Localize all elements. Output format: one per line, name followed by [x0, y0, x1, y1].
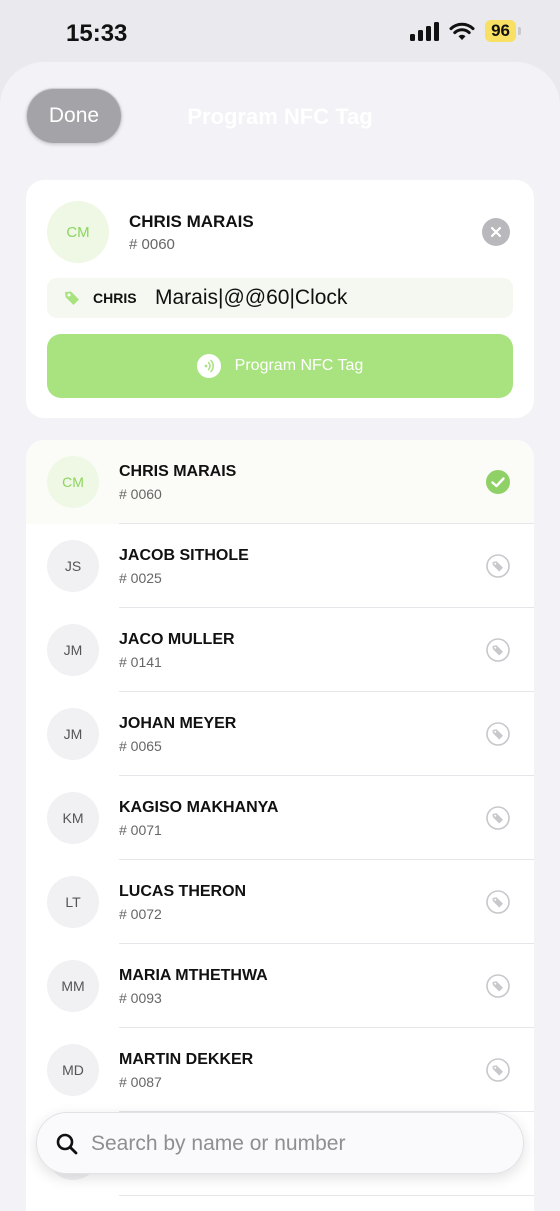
list-item[interactable]: MD MARTIN DEKKER # 0087 — [26, 1028, 534, 1112]
divider — [119, 1195, 534, 1196]
employee-number: # 0141 — [119, 654, 162, 670]
status-time: 15:33 — [66, 20, 128, 47]
employee-number: # 0065 — [119, 738, 162, 754]
avatar: MM — [47, 960, 99, 1012]
employee-name: JACO MULLER — [119, 631, 235, 648]
battery-indicator: 96 — [485, 20, 521, 42]
employee-number: # 0025 — [119, 570, 162, 586]
program-nfc-label: Program NFC Tag — [234, 357, 364, 374]
sheet-title: Program NFC Tag — [187, 104, 373, 129]
employee-name: JOHAN MEYER — [119, 715, 237, 732]
employee-number: # 0072 — [119, 906, 162, 922]
avatar: CM — [47, 456, 99, 508]
tag-icon — [486, 554, 510, 578]
employee-number: # 0071 — [119, 822, 162, 838]
tag-icon — [486, 890, 510, 914]
tag-value-text: Marais|@@60|Clock — [155, 286, 348, 309]
tag-icon — [486, 1058, 510, 1082]
tag-icon — [486, 806, 510, 830]
cellular-signal-icon — [410, 21, 440, 41]
tag-value-field[interactable]: CHRIS Marais|@@60|Clock — [47, 278, 513, 318]
employee-number: # 0087 — [119, 1074, 162, 1090]
employee-number: # 0060 — [119, 486, 162, 502]
employee-list: CM CHRIS MARAIS # 0060 JS JACOB SITHOLE … — [26, 440, 534, 1211]
selected-employee-name: CHRIS MARAIS — [129, 212, 254, 231]
done-button[interactable]: Done — [26, 88, 122, 144]
avatar: KM — [47, 792, 99, 844]
avatar: LT — [47, 876, 99, 928]
tag-first-name: CHRIS — [93, 290, 137, 306]
search-icon — [56, 1133, 78, 1155]
selected-employee-card: CM CHRIS MARAIS # 0060 CHRIS Marais|@@60… — [26, 180, 534, 418]
list-item[interactable]: JM JOHAN MEYER # 0065 — [26, 692, 534, 776]
list-item[interactable]: MM MARIA MTHETHWA # 0093 — [26, 944, 534, 1028]
search-input[interactable]: Search by name or number — [91, 1132, 345, 1156]
employee-name: CHRIS MARAIS — [119, 463, 237, 480]
system-icons: 96 — [410, 20, 521, 42]
avatar: CM — [47, 201, 109, 263]
list-item[interactable]: JS JACOB SITHOLE # 0025 — [26, 524, 534, 608]
tag-icon — [65, 291, 79, 305]
search-bar[interactable]: Search by name or number — [36, 1112, 524, 1174]
program-nfc-sheet: Done Program NFC Tag CM CHRIS MARAIS # 0… — [0, 62, 560, 1211]
employee-name: MARIA MTHETHWA — [119, 967, 268, 984]
avatar: JM — [47, 708, 99, 760]
tag-icon — [486, 974, 510, 998]
avatar: JM — [47, 624, 99, 676]
close-icon — [490, 226, 502, 238]
avatar: MD — [47, 1044, 99, 1096]
list-item[interactable]: LT LUCAS THERON # 0072 — [26, 860, 534, 944]
checkmark-icon — [486, 470, 510, 494]
employee-name: LUCAS THERON — [119, 883, 247, 900]
tag-icon — [486, 638, 510, 662]
avatar: JS — [47, 540, 99, 592]
nfc-icon — [196, 354, 221, 378]
wifi-icon — [449, 22, 475, 40]
status-bar: 15:33 96 — [0, 0, 560, 64]
list-item[interactable]: CM CHRIS MARAIS # 0060 — [26, 440, 534, 524]
tag-icon — [486, 722, 510, 746]
program-nfc-button[interactable]: Program NFC Tag — [47, 334, 513, 398]
list-item[interactable]: KM KAGISO MAKHANYA # 0071 — [26, 776, 534, 860]
list-item[interactable]: JM JACO MULLER # 0141 — [26, 608, 534, 692]
employee-name: KAGISO MAKHANYA — [119, 799, 279, 816]
selected-employee-number: # 0060 — [129, 236, 175, 253]
employee-number: # 0093 — [119, 990, 162, 1006]
employee-name: JACOB SITHOLE — [119, 547, 249, 564]
employee-name: MARTIN DEKKER — [119, 1051, 254, 1068]
clear-selection-button[interactable] — [482, 218, 510, 246]
